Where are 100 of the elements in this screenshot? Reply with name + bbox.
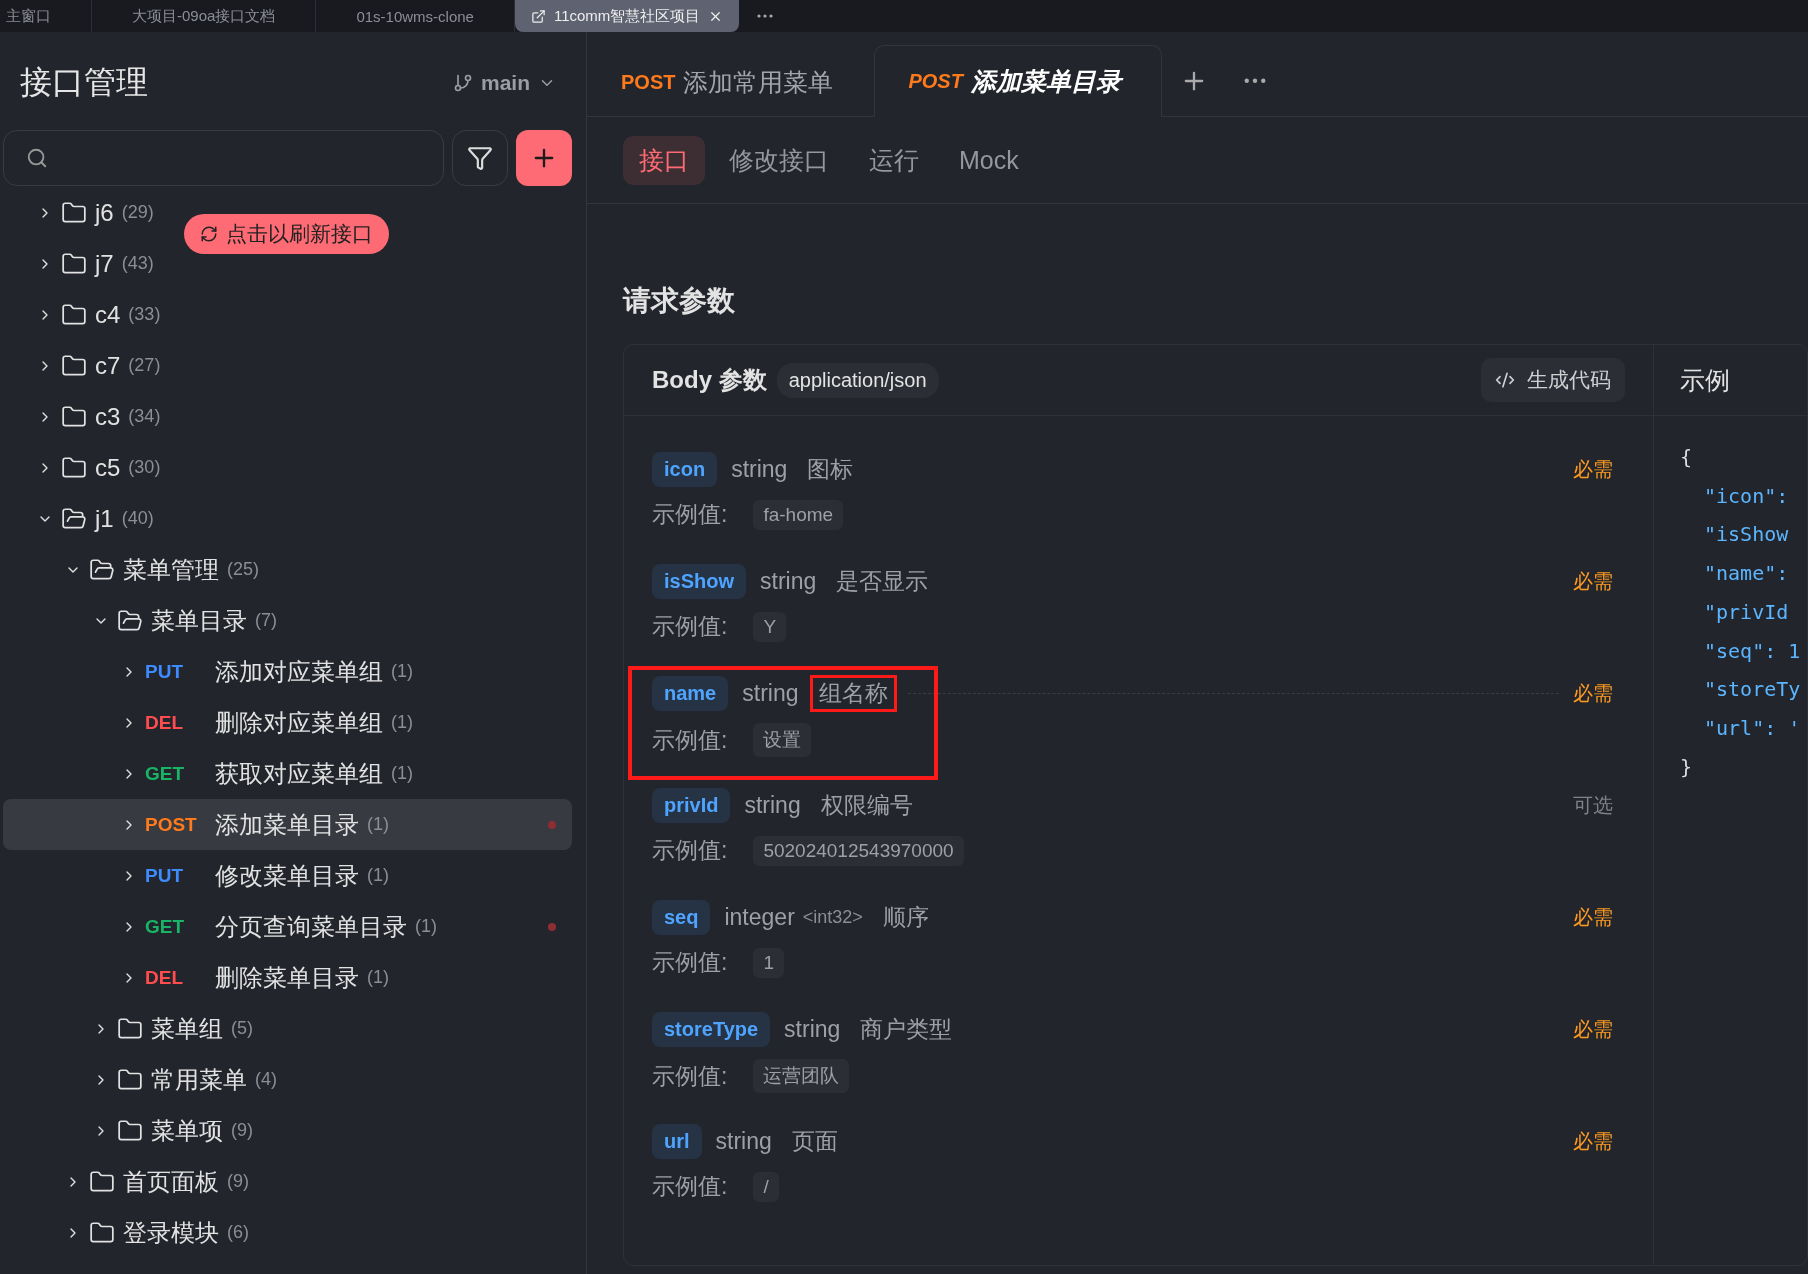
param-description: 顺序: [881, 903, 930, 932]
sub-tab[interactable]: 接口: [623, 135, 705, 185]
folder-icon: [89, 1219, 115, 1246]
folder-name[interactable]: c5: [95, 453, 121, 482]
example-label: 示例值:: [652, 725, 728, 755]
search-icon: [26, 147, 48, 169]
param-description: 商户类型: [859, 1015, 954, 1044]
endpoint-name: 修改菜单目录: [215, 860, 359, 891]
code-line: "url": ': [1703, 714, 1802, 742]
folder-name[interactable]: c7: [95, 351, 121, 380]
param-name: url: [652, 1124, 702, 1159]
window-tab[interactable]: 01s-10wms-clone: [316, 0, 515, 32]
folder-icon: [117, 607, 143, 634]
window-tab[interactable]: 大项目-09oa接口文档: [92, 0, 317, 32]
item-count: (9): [231, 1120, 253, 1141]
folder-icon: [61, 301, 87, 328]
example-value: 502024012543970000: [753, 835, 964, 866]
requirement-label: 必需: [1573, 681, 1613, 706]
endpoint-name: 获取对应菜单组: [215, 758, 383, 789]
filter-button[interactable]: [452, 130, 508, 186]
item-count: (4): [255, 1069, 277, 1090]
sub-tab[interactable]: 修改接口: [713, 135, 845, 185]
folder-name[interactable]: 登录模块: [123, 1216, 219, 1249]
example-value: 1: [753, 947, 784, 978]
folder-name[interactable]: 菜单目录: [151, 604, 247, 637]
method-label: POST: [908, 69, 963, 93]
requirement-label: 必需: [1573, 457, 1613, 482]
method-label: PUT: [145, 864, 184, 887]
tab-label: 主窗口: [6, 6, 51, 26]
code-icon: [1495, 370, 1515, 390]
requirement-label: 必需: [1573, 569, 1613, 594]
folder-icon: [61, 403, 87, 430]
window-tab[interactable]: 主窗口: [0, 0, 92, 32]
more-icon: [1243, 78, 1266, 84]
folder-name[interactable]: 菜单项: [151, 1114, 223, 1147]
example-label: 示例值:: [652, 1172, 728, 1201]
folder-icon: [117, 1066, 143, 1093]
endpoint-item[interactable]: PUT 修改菜单目录 (1): [3, 850, 572, 901]
folder-name[interactable]: c4: [95, 300, 121, 329]
param-name: icon: [652, 452, 718, 487]
item-count: (29): [121, 202, 154, 223]
branch-icon: [453, 73, 473, 93]
endpoint-item[interactable]: PUT 添加对应菜单组 (1): [3, 646, 572, 697]
param-description: 权限编号: [819, 791, 914, 820]
folder-icon: [117, 1015, 143, 1042]
param-type: string: [715, 1128, 772, 1155]
endpoint-name: 删除对应菜单组: [215, 707, 383, 738]
param-name: storeType: [652, 1012, 771, 1047]
folder-name[interactable]: 首页面板: [123, 1165, 219, 1198]
code-line: "name":: [1703, 560, 1790, 588]
generate-code-button[interactable]: 生成代码: [1481, 358, 1625, 402]
example-label: 示例值:: [652, 948, 728, 977]
add-button[interactable]: [516, 130, 572, 186]
endpoint-item[interactable]: DEL 删除菜单目录 (1): [3, 952, 572, 1003]
method-label: POST: [145, 813, 198, 836]
param-name: privId: [652, 788, 731, 823]
document-tab[interactable]: POST 添加常用菜单: [587, 46, 875, 117]
branch-selector[interactable]: main: [453, 71, 556, 95]
endpoint-item[interactable]: POST 添加菜单目录 (1): [3, 799, 572, 850]
folder-icon: [61, 454, 87, 481]
document-tab[interactable]: POST 添加菜单目录: [874, 45, 1162, 117]
folder-name[interactable]: 菜单管理: [123, 553, 219, 586]
method-label: POST: [621, 70, 676, 94]
folder-name[interactable]: c3: [95, 402, 121, 431]
param-type: string: [784, 1016, 841, 1043]
param-description: 页面: [790, 1127, 839, 1156]
endpoint-item[interactable]: GET 获取对应菜单组 (1): [3, 748, 572, 799]
folder-name[interactable]: j6: [95, 198, 114, 227]
folder-name[interactable]: j1: [95, 504, 114, 533]
param-format: <int32>: [802, 907, 863, 928]
item-count: (30): [128, 457, 161, 478]
sub-tab[interactable]: Mock: [943, 137, 1035, 183]
example-value: 运营团队: [753, 1059, 850, 1093]
method-label: PUT: [145, 660, 184, 683]
folder-name[interactable]: j7: [95, 249, 114, 278]
item-count: (1): [367, 814, 389, 835]
sub-tab[interactable]: 运行: [853, 135, 935, 185]
param-type: string: [742, 680, 799, 707]
endpoint-item[interactable]: GET 分页查询菜单目录 (1): [3, 901, 572, 952]
search-field[interactable]: [3, 130, 444, 186]
folder-icon: [61, 199, 87, 226]
item-count: (1): [391, 661, 413, 682]
item-count: (27): [128, 355, 161, 376]
folder-name[interactable]: 常用菜单: [151, 1063, 247, 1096]
refresh-toast[interactable]: 点击以刷新接口: [184, 214, 389, 254]
item-count: (6): [227, 1222, 249, 1243]
section-title: 请求参数: [623, 284, 736, 318]
item-count: (43): [121, 253, 154, 274]
param-description: 图标: [806, 455, 855, 484]
requirement-label: 必需: [1573, 1129, 1613, 1154]
endpoint-name: 添加对应菜单组: [215, 656, 383, 687]
item-count: (33): [128, 304, 161, 325]
folder-name[interactable]: 菜单组: [151, 1012, 223, 1045]
param-name: isShow: [652, 564, 746, 599]
endpoint-item[interactable]: DEL 删除对应菜单组 (1): [3, 697, 572, 748]
example-value: 设置: [753, 723, 812, 757]
window-tab[interactable]: 11comm智慧社区项目: [514, 0, 740, 32]
param-type: string: [760, 568, 817, 595]
code-line: "privId: [1703, 598, 1790, 626]
content-type-tag: application/json: [776, 362, 939, 398]
